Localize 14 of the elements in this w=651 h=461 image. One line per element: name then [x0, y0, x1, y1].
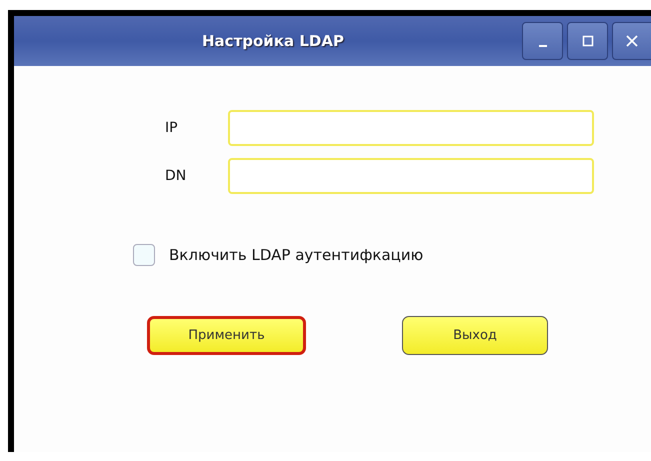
field-label: IP: [165, 120, 179, 136]
maximize-button[interactable]: [567, 22, 608, 60]
input-field[interactable]: [228, 110, 594, 146]
exit-button[interactable]: Выход: [402, 316, 548, 355]
checkbox-label: Включить LDAP аутентифкацию: [169, 246, 424, 264]
close-icon: [626, 35, 638, 47]
close-button[interactable]: [612, 22, 651, 60]
field-label: DN: [165, 168, 188, 184]
maximize-icon: [582, 35, 594, 47]
apply-button[interactable]: Применить: [147, 316, 306, 355]
checkbox[interactable]: [133, 244, 155, 266]
input-field[interactable]: [228, 158, 594, 194]
window-title: Настройка LDAP: [202, 32, 344, 50]
minimize-icon: [538, 44, 546, 46]
